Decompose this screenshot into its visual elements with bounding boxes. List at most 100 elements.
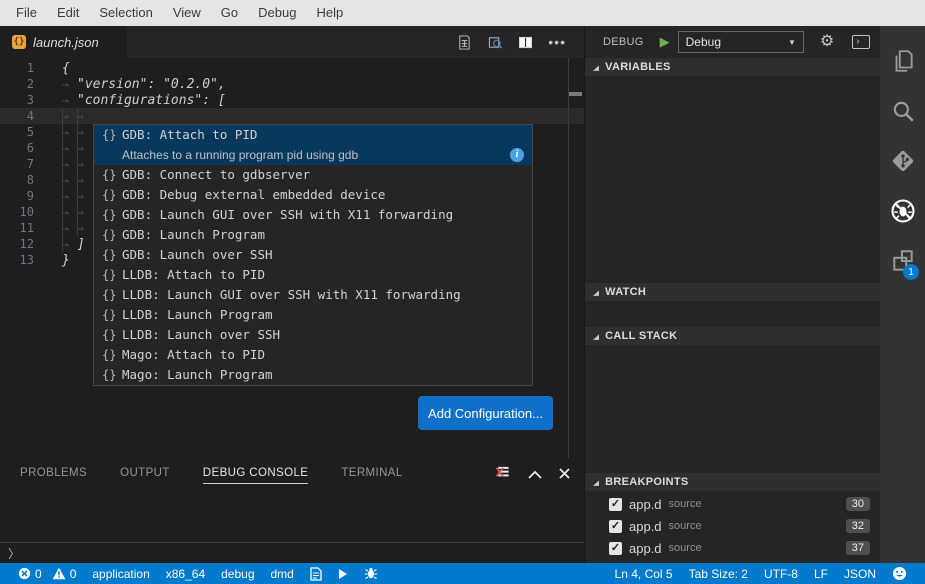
clear-console-icon[interactable]: [495, 465, 511, 485]
suggest-item-10[interactable]: {}Mago: Attach to PID: [94, 345, 532, 365]
section-variables[interactable]: ◢ VARIABLES: [585, 58, 880, 76]
line-text: →→: [48, 125, 92, 140]
code-line-3[interactable]: 3→"configurations": [: [0, 92, 584, 108]
collapse-triangle-icon: ◢: [593, 332, 599, 340]
add-configuration-button[interactable]: Add Configuration...: [418, 396, 553, 430]
menu-edit[interactable]: Edit: [47, 0, 89, 26]
call-stack-content: [585, 345, 880, 473]
more-actions-icon[interactable]: •••: [548, 37, 566, 47]
status-compiler[interactable]: dmd: [263, 563, 302, 584]
open-preview-icon[interactable]: [487, 35, 503, 50]
suggest-item-6[interactable]: {}LLDB: Attach to PID: [94, 265, 532, 285]
sidebar-title: DEBUG: [603, 36, 644, 48]
line-text: →]: [48, 237, 85, 252]
start-debug-icon[interactable]: ▶: [660, 34, 670, 50]
status-build-type[interactable]: debug: [213, 563, 262, 584]
panel-tab-debug-console[interactable]: DEBUG CONSOLE: [203, 463, 309, 484]
dub-file-icon[interactable]: [302, 563, 330, 584]
status-application[interactable]: application: [84, 563, 157, 584]
debug-console-input[interactable]: 〉: [0, 542, 584, 563]
suggest-item-7[interactable]: {}LLDB: Launch GUI over SSH with X11 for…: [94, 285, 532, 305]
maximize-panel-icon[interactable]: [528, 466, 542, 484]
section-watch[interactable]: ◢ WATCH: [585, 283, 880, 301]
explorer-icon[interactable]: [880, 36, 925, 86]
encoding[interactable]: UTF-8: [756, 563, 806, 584]
status-right: Ln 4, Col 5 Tab Size: 2 UTF-8 LF JSON: [607, 563, 915, 584]
line-number: 10: [0, 204, 48, 220]
line-text: }: [48, 253, 70, 268]
breakpoint-row[interactable]: ✓app.dsource32: [585, 515, 880, 537]
line-number: 9: [0, 188, 48, 204]
open-changes-icon[interactable]: [457, 35, 472, 50]
section-call-stack[interactable]: ◢ CALL STACK: [585, 327, 880, 345]
panel-tab-output[interactable]: OUTPUT: [120, 463, 170, 483]
tab-size[interactable]: Tab Size: 2: [681, 563, 756, 584]
suggest-item-8[interactable]: {}LLDB: Launch Program: [94, 305, 532, 325]
debug-bug-icon[interactable]: [356, 563, 386, 584]
suggest-item-main: {}GDB: Connect to gdbserver: [94, 165, 532, 185]
debug-config-select[interactable]: Debug ▼: [678, 31, 804, 53]
snippet-braces-icon: {}: [102, 205, 122, 225]
status-arch[interactable]: x86_64: [158, 563, 213, 584]
debug-console-toggle-icon[interactable]: ›: [852, 35, 870, 49]
suggest-item-5[interactable]: {}GDB: Launch over SSH: [94, 245, 532, 265]
suggest-item-1[interactable]: {}GDB: Connect to gdbserver: [94, 165, 532, 185]
code-line-1[interactable]: 1{: [0, 60, 584, 76]
menu-go[interactable]: Go: [211, 0, 248, 26]
menu-file[interactable]: File: [6, 0, 47, 26]
menu-view[interactable]: View: [163, 0, 211, 26]
suggest-item-label: LLDB: Launch over SSH: [122, 325, 280, 345]
section-label: WATCH: [605, 286, 646, 298]
line-number: 7: [0, 156, 48, 172]
panel-actions: [495, 465, 570, 485]
collapse-triangle-icon: ◢: [593, 288, 599, 296]
close-panel-icon[interactable]: [559, 466, 570, 484]
breakpoint-checkbox[interactable]: ✓: [609, 520, 622, 533]
search-icon[interactable]: [880, 86, 925, 136]
breakpoint-row[interactable]: ✓app.dsource37: [585, 537, 880, 559]
whitespace-arrow: →: [62, 221, 77, 237]
extensions-icon[interactable]: 1: [880, 236, 925, 286]
suggest-item-4[interactable]: {}GDB: Launch Program: [94, 225, 532, 245]
breakpoint-checkbox[interactable]: ✓: [609, 498, 622, 511]
code-text: "version": "0.2.0",: [77, 77, 226, 92]
panel-tab-terminal[interactable]: TERMINAL: [341, 463, 402, 483]
suggest-item-9[interactable]: {}LLDB: Launch over SSH: [94, 325, 532, 345]
suggest-item-label: GDB: Connect to gdbserver: [122, 165, 310, 185]
suggest-item-3[interactable]: {}GDB: Launch GUI over SSH with X11 forw…: [94, 205, 532, 225]
menu-selection[interactable]: Selection: [89, 0, 162, 26]
suggest-item-main: {}LLDB: Attach to PID: [94, 265, 532, 285]
eol[interactable]: LF: [806, 563, 836, 584]
panel-tab-problems[interactable]: PROBLEMS: [20, 463, 87, 483]
run-icon[interactable]: [330, 563, 356, 584]
menu-help[interactable]: Help: [306, 0, 353, 26]
bottom-panel: PROBLEMS OUTPUT DEBUG CONSOLE TERMINAL 〉: [0, 458, 584, 563]
source-control-icon[interactable]: [880, 136, 925, 186]
breakpoints-list: ✓app.dsource30✓app.dsource32✓app.dsource…: [585, 491, 880, 563]
section-breakpoints[interactable]: ◢ BREAKPOINTS: [585, 473, 880, 491]
breakpoint-row[interactable]: ✓app.dsource30: [585, 493, 880, 515]
code-text: {: [62, 61, 70, 76]
split-editor-icon[interactable]: [518, 36, 533, 49]
menu-debug[interactable]: Debug: [248, 0, 306, 26]
suggest-item-label: LLDB: Attach to PID: [122, 265, 265, 285]
suggest-item-11[interactable]: {}Mago: Launch Program: [94, 365, 532, 385]
code-text: ]: [77, 237, 85, 252]
tab-launch-json[interactable]: {} launch.json: [0, 26, 128, 58]
scroll-marker[interactable]: [569, 92, 582, 96]
code-line-2[interactable]: 2→"version": "0.2.0",: [0, 76, 584, 92]
line-text: →→: [48, 189, 92, 204]
debug-icon[interactable]: [880, 186, 925, 236]
code-line-4[interactable]: 4→→: [0, 108, 584, 124]
configure-gear-icon[interactable]: ⚙: [820, 34, 834, 50]
problems-status[interactable]: 0 0: [10, 563, 84, 584]
language-mode[interactable]: JSON: [836, 563, 884, 584]
cursor-position[interactable]: Ln 4, Col 5: [607, 563, 681, 584]
info-icon[interactable]: i: [510, 148, 524, 162]
suggest-item-2[interactable]: {}GDB: Debug external embedded device: [94, 185, 532, 205]
feedback-smiley-icon[interactable]: [884, 563, 915, 584]
whitespace-arrow: →: [62, 77, 77, 93]
suggest-item-0[interactable]: {}GDB: Attach to PIDAttaches to a runnin…: [94, 125, 532, 165]
line-number: 13: [0, 252, 48, 268]
breakpoint-checkbox[interactable]: ✓: [609, 542, 622, 555]
